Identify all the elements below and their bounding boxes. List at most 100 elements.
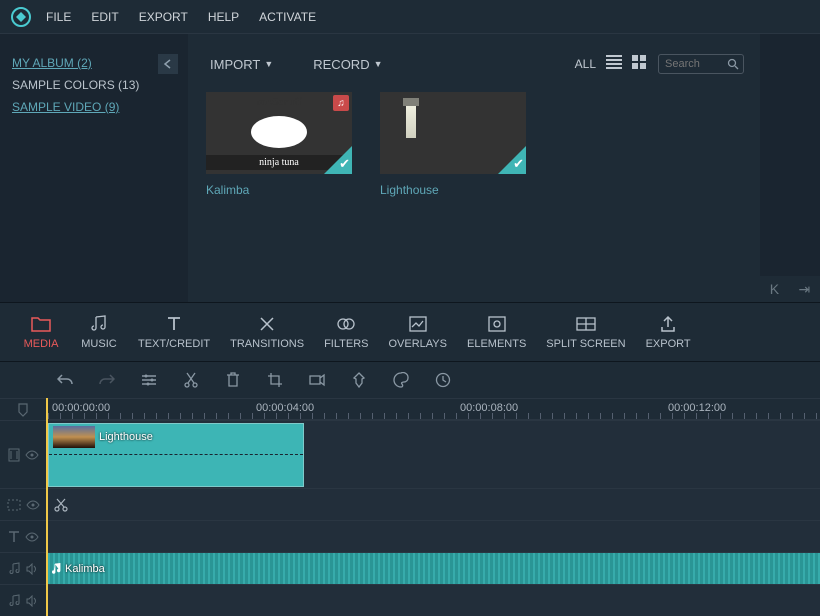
tab-music[interactable]: MUSIC — [70, 303, 128, 361]
scissors-icon — [54, 498, 68, 512]
record-button[interactable]: RECORD ▼ — [313, 57, 382, 72]
tab-label: MEDIA — [24, 338, 59, 350]
search-box[interactable] — [658, 54, 744, 74]
music-note-icon — [52, 563, 62, 575]
app-logo — [10, 6, 32, 28]
audio-track[interactable]: Kalimba — [48, 552, 820, 584]
sidebar-item-my-album[interactable]: MY ALBUM (2) — [12, 56, 176, 70]
check-icon: ✔ — [339, 156, 350, 172]
main-area: MY ALBUM (2) SAMPLE COLORS (13) SAMPLE V… — [0, 34, 820, 302]
text-track-header[interactable] — [0, 520, 46, 552]
media-label: Lighthouse — [380, 183, 526, 197]
tab-label: OVERLAYS — [389, 338, 448, 350]
speaker-icon — [26, 595, 38, 607]
text-track-icon — [8, 531, 20, 543]
preview-area: K ⇥ — [760, 34, 820, 302]
text-icon — [166, 315, 182, 333]
ruler-tick: 00:00:04:00 — [256, 402, 314, 414]
folder-icon — [31, 315, 51, 333]
timeline-tracks[interactable]: 00:00:00:00 00:00:04:00 00:00:08:00 00:0… — [46, 398, 820, 616]
menu-edit[interactable]: EDIT — [91, 10, 118, 24]
tab-elements[interactable]: ELEMENTS — [457, 303, 536, 361]
video-clip-lighthouse[interactable]: Lighthouse — [48, 423, 304, 487]
video-track-header[interactable] — [0, 420, 46, 488]
clip-title: Kalimba — [52, 563, 105, 575]
audio-clip-kalimba[interactable]: Kalimba — [48, 553, 820, 585]
tab-label: EXPORT — [646, 338, 691, 350]
tab-label: MUSIC — [81, 338, 116, 350]
media-thumbnails: mr.Scruff ninja tuna ♫ ✔ Kalimba ✔ Light… — [188, 74, 760, 197]
media-item-kalimba[interactable]: mr.Scruff ninja tuna ♫ ✔ Kalimba — [206, 92, 352, 197]
chevron-down-icon: ▼ — [374, 59, 383, 69]
audio-track-header[interactable] — [0, 552, 46, 584]
tab-media[interactable]: MEDIA — [12, 303, 70, 361]
export-icon — [660, 315, 676, 333]
flash-button[interactable] — [308, 371, 326, 389]
undo-button[interactable] — [56, 371, 74, 389]
video-track-icon — [8, 448, 20, 462]
album-sidebar: MY ALBUM (2) SAMPLE COLORS (13) SAMPLE V… — [0, 34, 188, 302]
audio-track-2[interactable] — [48, 584, 820, 616]
timeline-toolbar — [0, 362, 820, 398]
transitions-icon — [258, 315, 276, 333]
arrow-left-icon — [163, 59, 173, 69]
grid-view-icon[interactable] — [632, 55, 650, 73]
kalimba-artist: mr.Scruff — [256, 96, 301, 108]
pip-track[interactable] — [48, 488, 820, 520]
tab-transitions[interactable]: TRANSITIONS — [220, 303, 314, 361]
menu-activate[interactable]: ACTIVATE — [259, 10, 316, 24]
filter-all[interactable]: ALL — [575, 57, 596, 71]
chevron-down-icon: ▼ — [264, 59, 273, 69]
kalimba-thumbnail: mr.Scruff ninja tuna ♫ ✔ — [206, 92, 352, 174]
menu-export[interactable]: EXPORT — [139, 10, 188, 24]
split-screen-icon — [576, 315, 596, 333]
marker-header[interactable] — [0, 398, 46, 420]
tab-filters[interactable]: FILTERS — [314, 303, 378, 361]
settings-button[interactable] — [140, 371, 158, 389]
tab-overlays[interactable]: OVERLAYS — [379, 303, 458, 361]
filters-icon — [336, 315, 356, 333]
media-toolbar: IMPORT ▼ RECORD ▼ ALL — [188, 34, 760, 74]
time-ruler[interactable]: 00:00:00:00 00:00:04:00 00:00:08:00 00:0… — [48, 398, 820, 420]
import-label: IMPORT — [210, 57, 260, 72]
tab-label: ELEMENTS — [467, 338, 526, 350]
crop-button[interactable] — [266, 371, 284, 389]
menu-file[interactable]: FILE — [46, 10, 71, 24]
pin-button[interactable] — [350, 371, 368, 389]
collapse-sidebar-button[interactable] — [158, 54, 178, 74]
media-item-lighthouse[interactable]: ✔ Lighthouse — [380, 92, 526, 197]
module-tabs: MEDIA MUSIC TEXT/CREDIT TRANSITIONS FILT… — [0, 302, 820, 362]
elements-icon — [488, 315, 506, 333]
pip-track-header[interactable] — [0, 488, 46, 520]
color-button[interactable] — [392, 371, 410, 389]
eye-icon — [25, 532, 39, 542]
tab-split-screen[interactable]: SPLIT SCREEN — [536, 303, 635, 361]
tab-text[interactable]: TEXT/CREDIT — [128, 303, 220, 361]
import-button[interactable]: IMPORT ▼ — [210, 57, 273, 72]
prev-frame-icon[interactable]: K — [770, 281, 779, 297]
sidebar-item-sample-video[interactable]: SAMPLE VIDEO (9) — [12, 100, 176, 114]
menu-bar: FILE EDIT EXPORT HELP ACTIVATE — [0, 0, 820, 34]
audio-track-2-header[interactable] — [0, 584, 46, 616]
clock-button[interactable] — [434, 371, 452, 389]
overlays-icon — [409, 315, 427, 333]
next-frame-icon[interactable]: ⇥ — [799, 281, 811, 298]
sidebar-item-sample-colors[interactable]: SAMPLE COLORS (13) — [12, 78, 176, 92]
list-view-icon[interactable] — [606, 55, 624, 73]
eye-icon — [25, 450, 39, 460]
tab-label: TRANSITIONS — [230, 338, 304, 350]
search-icon — [727, 58, 739, 70]
menu-help[interactable]: HELP — [208, 10, 239, 24]
delete-button[interactable] — [224, 371, 242, 389]
tab-export[interactable]: EXPORT — [636, 303, 701, 361]
speaker-icon — [26, 563, 38, 575]
video-track[interactable]: Lighthouse — [48, 420, 820, 488]
check-icon: ✔ — [513, 156, 524, 172]
redo-button[interactable] — [98, 371, 116, 389]
music-icon — [91, 315, 107, 333]
cut-button[interactable] — [182, 371, 200, 389]
eye-icon — [26, 500, 40, 510]
text-track[interactable] — [48, 520, 820, 552]
audio-track-icon — [9, 562, 21, 576]
audio-track-icon — [9, 594, 21, 608]
